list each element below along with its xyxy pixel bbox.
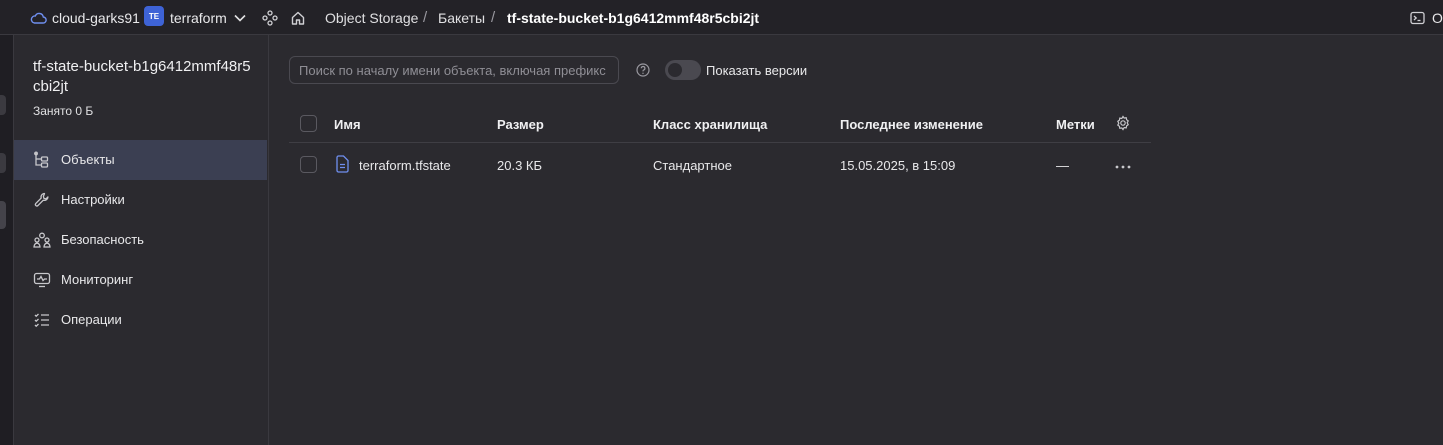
object-labels: — xyxy=(1056,158,1069,173)
users-icon xyxy=(33,231,51,249)
monitoring-icon xyxy=(33,271,51,289)
terminal-icon[interactable] xyxy=(1410,0,1425,35)
breadcrumb-buckets[interactable]: Бакеты xyxy=(438,0,485,35)
cloud-icon[interactable] xyxy=(30,0,47,35)
global-nav-strip xyxy=(0,35,14,445)
sidebar-item-objects[interactable]: Объекты xyxy=(14,140,267,180)
sidebar-item-settings[interactable]: Настройки xyxy=(14,180,267,220)
sidebar-item-operations[interactable]: Операции xyxy=(14,300,267,340)
breadcrumb-current-bucket: tf-state-bucket-b1g6412mmf48r5cbi2jt xyxy=(507,9,760,26)
row-checkbox[interactable] xyxy=(300,156,317,173)
top-bar: cloud-garks91 TE terraform Object Storag… xyxy=(0,0,1443,35)
select-all-checkbox[interactable] xyxy=(300,115,317,132)
show-versions-toggle[interactable] xyxy=(665,60,701,80)
home-icon[interactable] xyxy=(290,0,306,35)
bucket-used-space: Занято 0 Б xyxy=(33,104,94,118)
column-header-labels[interactable]: Метки xyxy=(1056,117,1095,132)
wrench-icon xyxy=(33,191,51,209)
gear-icon[interactable] xyxy=(1115,115,1131,134)
objects-icon xyxy=(33,151,51,169)
strip-item-active[interactable] xyxy=(0,201,6,229)
object-name-link[interactable]: terraform.tfstate xyxy=(359,158,451,173)
chevron-down-icon[interactable] xyxy=(234,0,246,35)
breadcrumb-separator: / xyxy=(491,9,496,26)
more-actions-icon[interactable] xyxy=(1115,157,1131,172)
show-versions-label: Показать версии xyxy=(706,63,808,78)
object-modified: 15.05.2025, в 15:09 xyxy=(840,158,956,173)
toggle-knob xyxy=(668,63,682,77)
column-header-storage-class[interactable]: Класс хранилища xyxy=(653,117,767,132)
operations-icon xyxy=(33,311,51,329)
bucket-sidebar: tf-state-bucket-b1g6412mmf48r5cbi2jt Зан… xyxy=(14,35,269,445)
strip-item[interactable] xyxy=(0,153,6,173)
objects-panel: Показать версии Имя Размер Класс хранили… xyxy=(270,35,1443,445)
sidebar-item-monitoring[interactable]: Мониторинг xyxy=(14,260,267,300)
column-header-size[interactable]: Размер xyxy=(497,117,544,132)
breadcrumb-object-storage[interactable]: Object Storage xyxy=(325,0,418,35)
help-icon[interactable] xyxy=(636,63,650,80)
search-input[interactable] xyxy=(289,56,619,84)
cloud-name[interactable]: cloud-garks91 xyxy=(52,0,140,35)
object-size: 20.3 КБ xyxy=(497,158,543,173)
breadcrumb-separator: / xyxy=(423,9,428,26)
table-row[interactable]: terraform.tfstate 20.3 КБ Стандартное 15… xyxy=(289,144,1151,184)
folder-name[interactable]: terraform xyxy=(170,0,227,35)
bucket-title: tf-state-bucket-b1g6412mmf48r5cbi2jt xyxy=(33,58,251,95)
sidebar-item-label: Объекты xyxy=(61,152,115,167)
sidebar-item-security[interactable]: Безопасность xyxy=(14,220,267,260)
org-icon[interactable] xyxy=(262,0,278,35)
sidebar-item-label: Настройки xyxy=(61,192,125,207)
strip-item[interactable] xyxy=(0,95,6,115)
column-header-modified[interactable]: Последнее изменение xyxy=(840,117,983,132)
sidebar-item-label: Операции xyxy=(61,312,122,327)
sidebar-item-label: Безопасность xyxy=(61,232,144,247)
sidebar-item-label: Мониторинг xyxy=(61,272,134,287)
terminal-label[interactable]: О xyxy=(1432,0,1443,35)
object-storage-class: Стандартное xyxy=(653,158,732,173)
column-header-name[interactable]: Имя xyxy=(334,117,361,132)
folder-badge[interactable]: TE xyxy=(144,6,164,26)
file-icon xyxy=(335,155,350,176)
table-header: Имя Размер Класс хранилища Последнее изм… xyxy=(289,103,1151,143)
